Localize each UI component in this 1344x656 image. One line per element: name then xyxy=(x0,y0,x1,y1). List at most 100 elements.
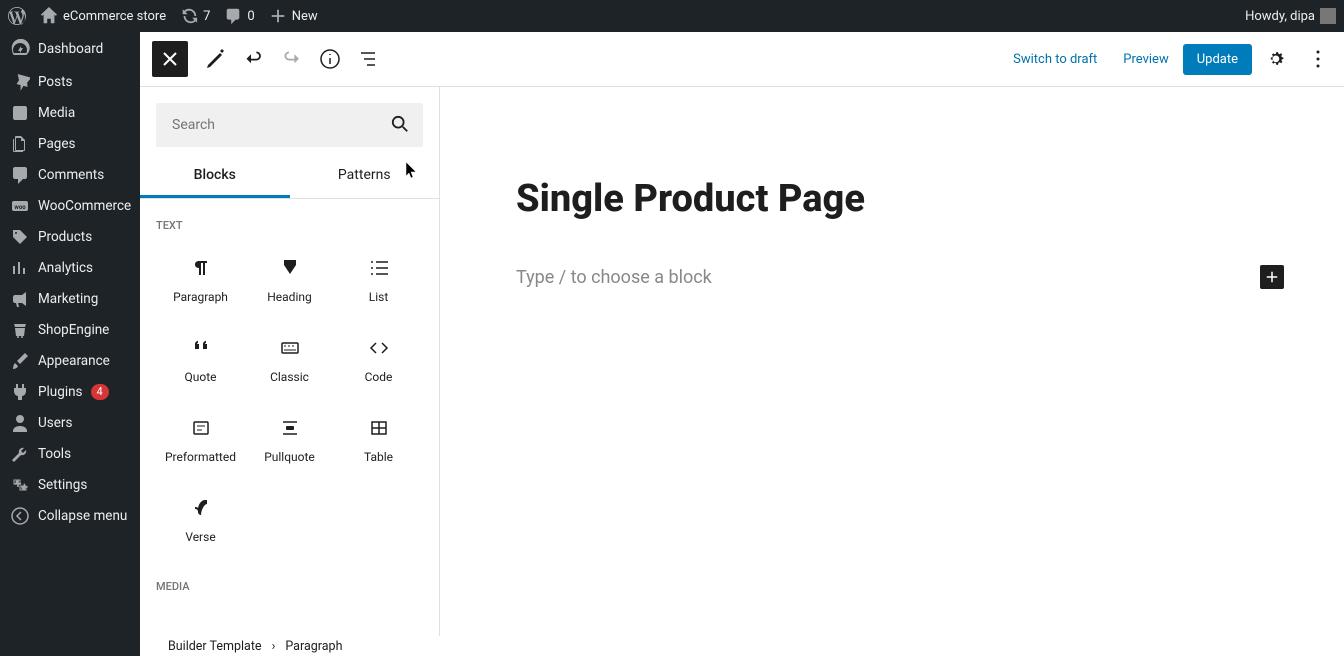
plugin-update-badge: 4 xyxy=(91,384,109,400)
block-list[interactable]: List xyxy=(334,240,423,320)
table-icon xyxy=(367,416,391,440)
wp-logo[interactable] xyxy=(8,7,26,25)
settings-button[interactable] xyxy=(1258,41,1294,77)
editor-canvas[interactable]: Single Product Page Type / to choose a b… xyxy=(456,87,1344,636)
search-input[interactable] xyxy=(156,103,423,147)
page-title[interactable]: Single Product Page xyxy=(516,177,1284,221)
chevron-right-icon: › xyxy=(272,639,276,654)
verse-icon xyxy=(189,496,213,520)
gear-icon xyxy=(1264,47,1288,71)
classic-icon xyxy=(278,336,302,360)
label: Pages xyxy=(38,136,76,152)
block-pullquote[interactable]: Pullquote xyxy=(245,400,334,480)
label: Heading xyxy=(267,290,312,304)
sidebar-item-settings[interactable]: Settings xyxy=(0,469,140,500)
sidebar-item-posts[interactable]: Posts xyxy=(0,66,140,97)
sidebar-item-marketing[interactable]: Marketing xyxy=(0,283,140,314)
woo-icon: woo xyxy=(10,196,30,216)
site-home-link[interactable]: eCommerce store xyxy=(40,7,166,25)
block-code[interactable]: Code xyxy=(334,320,423,400)
sidebar-item-plugins[interactable]: Plugins4 xyxy=(0,376,140,407)
block-paragraph[interactable]: Paragraph xyxy=(156,240,245,320)
sidebar-item-products[interactable]: Products xyxy=(0,221,140,252)
plugins-icon xyxy=(10,382,30,402)
label: Media xyxy=(38,105,75,121)
pages-icon xyxy=(10,134,30,154)
section-title-media: MEDIA xyxy=(156,580,423,593)
list-icon xyxy=(367,256,391,280)
label: WooCommerce xyxy=(38,198,131,214)
label: ShopEngine xyxy=(38,322,109,338)
users-icon xyxy=(10,413,30,433)
sidebar-item-woocommerce[interactable]: woo WooCommerce xyxy=(0,190,140,221)
block-verse[interactable]: Verse xyxy=(156,480,245,560)
paragraph-icon xyxy=(189,256,213,280)
quote-icon xyxy=(189,336,213,360)
block-placeholder[interactable]: Type / to choose a block xyxy=(516,267,712,288)
sidebar-item-users[interactable]: Users xyxy=(0,407,140,438)
comments-count: 0 xyxy=(247,9,254,24)
sidebar-item-media[interactable]: Media xyxy=(0,97,140,128)
new-content-link[interactable]: New xyxy=(269,7,318,25)
label: Appearance xyxy=(38,353,110,369)
comments-link[interactable]: 0 xyxy=(224,7,254,25)
add-block-button[interactable] xyxy=(1260,265,1284,289)
label: Code xyxy=(365,370,393,384)
breadcrumb-current[interactable]: Paragraph xyxy=(285,639,342,654)
howdy-text: Howdy, dipa xyxy=(1245,9,1315,24)
options-button[interactable] xyxy=(1300,41,1336,77)
sidebar-item-appearance[interactable]: Appearance xyxy=(0,345,140,376)
switch-draft-link[interactable]: Switch to draft xyxy=(1001,44,1109,75)
section-title-text: TEXT xyxy=(156,219,423,232)
sidebar-item-collapse[interactable]: Collapse menu xyxy=(0,500,140,531)
redo-button[interactable] xyxy=(274,41,310,77)
sidebar-item-shopengine[interactable]: ShopEngine xyxy=(0,314,140,345)
admin-bar: eCommerce store 7 0 New Howdy, dipa xyxy=(0,0,1344,32)
label: Settings xyxy=(38,477,87,493)
edit-tool-button[interactable] xyxy=(198,41,234,77)
tab-blocks[interactable]: Blocks xyxy=(140,155,290,198)
block-heading[interactable]: Heading xyxy=(245,240,334,320)
breadcrumb-root[interactable]: Builder Template xyxy=(168,639,262,654)
undo-button[interactable] xyxy=(236,41,272,77)
media-icon xyxy=(10,103,30,123)
products-icon xyxy=(10,227,30,247)
code-icon xyxy=(367,336,391,360)
settings-icon xyxy=(10,475,30,495)
brush-icon xyxy=(10,351,30,371)
block-quote[interactable]: Quote xyxy=(156,320,245,400)
preview-link[interactable]: Preview xyxy=(1111,44,1180,75)
updates-link[interactable]: 7 xyxy=(180,7,210,25)
sidebar-item-dashboard[interactable]: Dashboard xyxy=(0,32,140,66)
preformatted-icon xyxy=(189,416,213,440)
close-icon xyxy=(158,47,182,71)
details-button[interactable] xyxy=(312,41,348,77)
label: List xyxy=(369,290,389,304)
tab-patterns[interactable]: Patterns xyxy=(290,155,440,198)
heading-icon xyxy=(278,256,302,280)
pin-icon xyxy=(10,72,30,92)
block-inserter: Blocks Patterns TEXT Paragraph Heading L… xyxy=(140,87,440,636)
avatar xyxy=(1320,8,1336,24)
label: Products xyxy=(38,229,92,245)
sidebar-item-pages[interactable]: Pages xyxy=(0,128,140,159)
block-preformatted[interactable]: Preformatted xyxy=(156,400,245,480)
block-classic[interactable]: Classic xyxy=(245,320,334,400)
sidebar-item-comments[interactable]: Comments xyxy=(0,159,140,190)
block-table[interactable]: Table xyxy=(334,400,423,480)
outline-button[interactable] xyxy=(350,41,386,77)
updates-count: 7 xyxy=(203,9,210,24)
label: Marketing xyxy=(38,291,98,307)
sidebar-item-tools[interactable]: Tools xyxy=(0,438,140,469)
label: Verse xyxy=(185,530,215,544)
redo-icon xyxy=(280,47,304,71)
outline-icon xyxy=(356,47,380,71)
update-button[interactable]: Update xyxy=(1183,44,1252,75)
new-label: New xyxy=(292,9,318,24)
sidebar-item-analytics[interactable]: Analytics xyxy=(0,252,140,283)
analytics-icon xyxy=(10,258,30,278)
close-inserter-button[interactable] xyxy=(152,41,188,77)
collapse-icon xyxy=(10,506,30,526)
label: Paragraph xyxy=(173,290,228,304)
howdy-link[interactable]: Howdy, dipa xyxy=(1245,8,1336,24)
